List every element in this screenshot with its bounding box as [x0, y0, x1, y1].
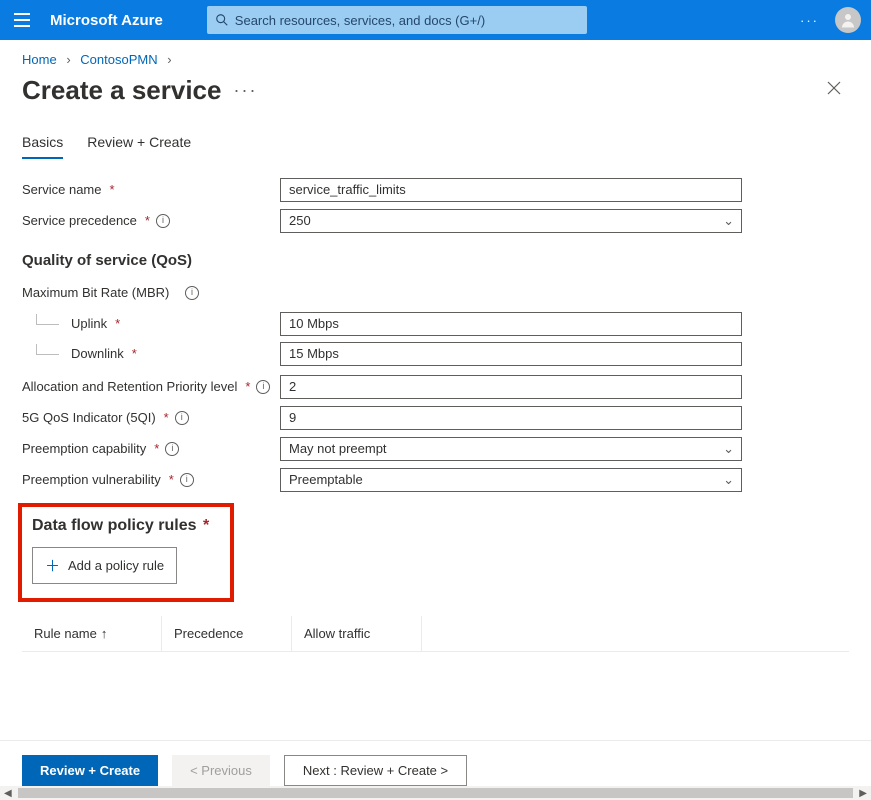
label-preempt-cap: Preemption capability*i [22, 441, 280, 456]
label-service-precedence: Service precedence*i [22, 213, 280, 228]
service-name-input[interactable] [280, 178, 742, 202]
arrow-up-icon: ↑ [101, 626, 108, 641]
user-icon [839, 11, 857, 29]
label-preempt-vul: Preemption vulnerability*i [22, 472, 280, 487]
info-icon[interactable]: i [175, 411, 189, 425]
azure-header: Microsoft Azure ··· [0, 0, 871, 40]
global-search[interactable] [207, 6, 587, 34]
scroll-right-icon[interactable]: ▶ [859, 788, 867, 799]
breadcrumb-home[interactable]: Home [22, 52, 57, 67]
previous-button: < Previous [172, 755, 270, 786]
tab-basics[interactable]: Basics [22, 126, 63, 158]
breadcrumb-contoso[interactable]: ContosoPMN [80, 52, 157, 67]
downlink-input[interactable] [280, 342, 742, 366]
search-icon [215, 13, 229, 27]
preempt-vul-select[interactable] [280, 468, 742, 492]
service-precedence-select[interactable] [280, 209, 742, 233]
tab-bar: Basics Review + Create [0, 120, 871, 158]
chevron-right-icon: › [60, 52, 76, 67]
uplink-input[interactable] [280, 312, 742, 336]
page-title: Create a service [22, 75, 221, 106]
scroll-thumb[interactable] [18, 788, 854, 798]
brand-label: Microsoft Azure [50, 12, 163, 29]
close-icon[interactable] [819, 73, 849, 108]
label-arp: Allocation and Retention Priority level*… [22, 379, 280, 394]
heading-qos: Quality of service (QoS) [22, 252, 849, 269]
label-mbr: Maximum Bit Rate (MBR) i [22, 285, 280, 300]
review-create-button[interactable]: Review + Create [22, 755, 158, 786]
label-downlink: Downlink* [36, 346, 280, 361]
command-menu-icon[interactable]: ··· [233, 80, 257, 101]
column-rule-name[interactable]: Rule name↑ [22, 616, 162, 651]
scroll-left-icon[interactable]: ◀ [4, 788, 12, 799]
info-icon[interactable]: i [156, 214, 170, 228]
chevron-right-icon: › [161, 52, 177, 67]
tab-review-create[interactable]: Review + Create [87, 126, 191, 158]
preempt-cap-select[interactable] [280, 437, 742, 461]
label-5qi: 5G QoS Indicator (5QI)*i [22, 410, 280, 425]
more-icon[interactable]: ··· [800, 13, 819, 28]
add-policy-rule-button[interactable]: ＋ Add a policy rule [32, 547, 177, 584]
avatar[interactable] [835, 7, 861, 33]
next-button[interactable]: Next : Review + Create > [284, 755, 467, 786]
info-icon[interactable]: i [165, 442, 179, 456]
heading-data-flow-rules: Data flow policy rules * [32, 517, 220, 535]
plus-icon: ＋ [45, 555, 60, 576]
label-service-name: Service name* [22, 182, 280, 197]
add-policy-rule-label: Add a policy rule [68, 558, 164, 573]
breadcrumb: Home › ContosoPMN › [0, 40, 871, 71]
search-input[interactable] [235, 13, 579, 28]
info-icon[interactable]: i [185, 286, 199, 300]
column-precedence[interactable]: Precedence [162, 616, 292, 651]
wizard-footer: Review + Create < Previous Next : Review… [0, 740, 871, 786]
column-allow-traffic[interactable]: Allow traffic [292, 616, 422, 651]
form-basics: Service name* Service precedence*i ⌄ Qua… [0, 158, 871, 656]
data-flow-rules-section: Data flow policy rules * ＋ Add a policy … [18, 503, 234, 602]
info-icon[interactable]: i [256, 380, 270, 394]
arp-input[interactable] [280, 375, 742, 399]
info-icon[interactable]: i [180, 473, 194, 487]
horizontal-scrollbar[interactable]: ◀ ▶ [0, 786, 871, 800]
rules-table-header: Rule name↑ Precedence Allow traffic [22, 616, 849, 652]
menu-icon[interactable] [10, 8, 34, 32]
label-uplink: Uplink* [36, 316, 280, 331]
fiveqi-input[interactable] [280, 406, 742, 430]
